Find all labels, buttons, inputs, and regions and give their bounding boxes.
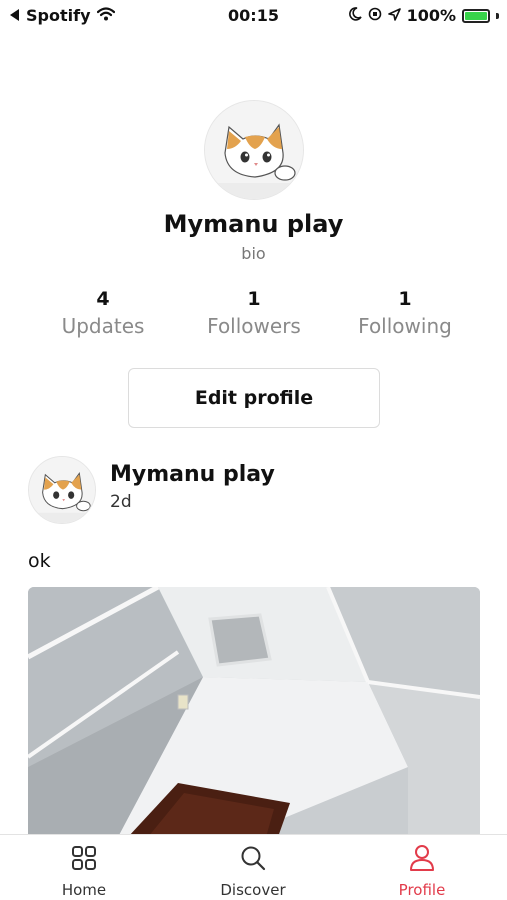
nav-home-label: Home xyxy=(61,881,107,899)
nav-discover-label: Discover xyxy=(220,881,286,899)
location-icon xyxy=(387,6,401,25)
stat-followers[interactable]: 1 Followers xyxy=(179,288,329,338)
profile-name: Mymanu play xyxy=(163,210,344,238)
cat-avatar-icon xyxy=(205,101,303,199)
orientation-lock-icon xyxy=(368,6,382,25)
post-timestamp: 2d xyxy=(110,492,132,512)
battery-icon xyxy=(462,8,490,23)
stat-following-value: 1 xyxy=(398,288,412,310)
bottom-nav: Home Discover Profile xyxy=(0,834,507,900)
nav-home[interactable]: Home xyxy=(24,843,144,899)
battery-percent: 100% xyxy=(406,6,456,25)
stat-updates[interactable]: 4 Updates xyxy=(28,288,178,338)
battery-cap xyxy=(496,12,499,19)
room-photo xyxy=(28,587,480,837)
nav-profile[interactable]: Profile xyxy=(362,843,482,899)
profile-avatar[interactable] xyxy=(204,100,304,200)
post-author-avatar[interactable] xyxy=(28,456,96,524)
profile-stats: 4 Updates 1 Followers 1 Following xyxy=(0,288,507,348)
nav-profile-label: Profile xyxy=(398,881,446,899)
stat-updates-value: 4 xyxy=(96,288,110,310)
status-right: 100% xyxy=(348,6,499,25)
post-text: ok xyxy=(28,550,51,572)
post-author-name[interactable]: Mymanu play xyxy=(110,462,275,487)
moon-icon xyxy=(348,6,362,25)
profile-bio: bio xyxy=(241,244,266,263)
stat-updates-label: Updates xyxy=(61,314,145,338)
stat-following[interactable]: 1 Following xyxy=(330,288,480,338)
post-image[interactable] xyxy=(28,587,480,837)
stat-followers-value: 1 xyxy=(247,288,261,310)
nav-discover[interactable]: Discover xyxy=(193,843,313,899)
cat-avatar-icon xyxy=(29,457,95,523)
search-icon xyxy=(193,843,313,873)
grid-icon xyxy=(24,843,144,873)
stat-following-label: Following xyxy=(358,314,452,338)
status-bar: Spotify 00:15 100% xyxy=(0,0,507,32)
edit-profile-button[interactable]: Edit profile xyxy=(128,368,380,428)
user-icon xyxy=(362,843,482,873)
stat-followers-label: Followers xyxy=(207,314,301,338)
